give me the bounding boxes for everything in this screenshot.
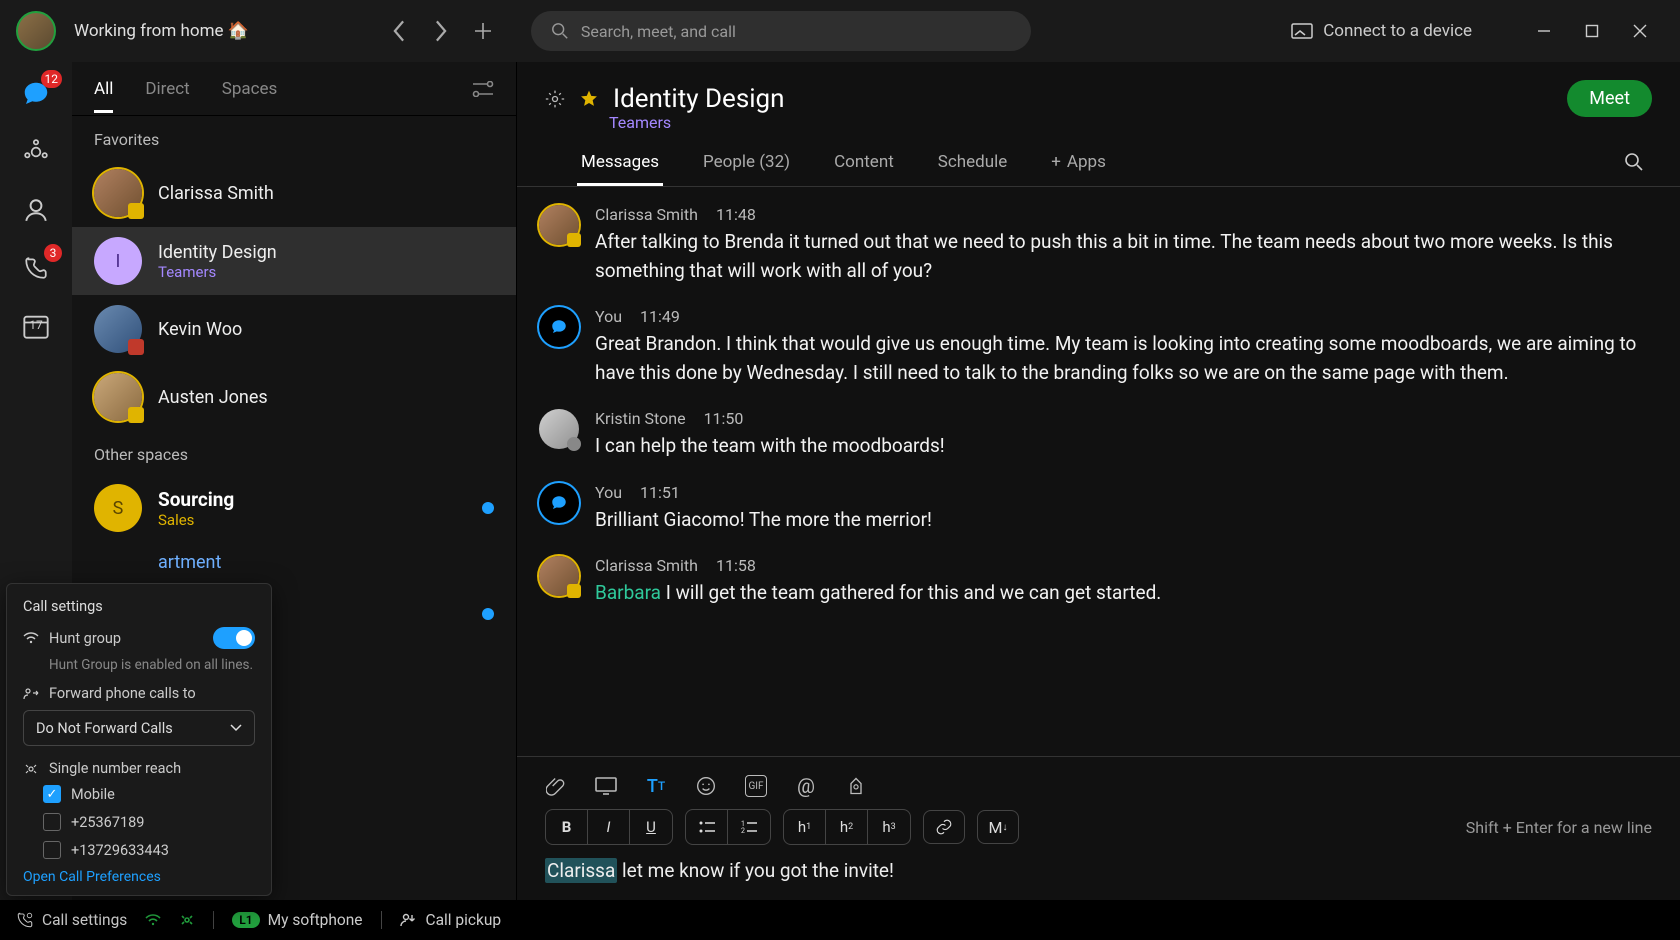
formatting-icon[interactable]: TT — [645, 775, 667, 797]
emoji-icon[interactable] — [695, 775, 717, 797]
forward-select[interactable]: Do Not Forward Calls — [23, 710, 255, 746]
filter-icon[interactable] — [472, 81, 494, 97]
message-row: Clarissa Smith11:58 Barbara I will get t… — [539, 556, 1650, 608]
snr-number1-checkbox[interactable] — [43, 813, 61, 831]
softphone-button[interactable]: L1 My softphone — [232, 911, 362, 929]
screen-capture-icon[interactable] — [595, 775, 617, 797]
avatar[interactable] — [539, 409, 579, 449]
popup-title: Call settings — [23, 598, 255, 615]
call-pickup-button[interactable]: Call pickup — [400, 911, 502, 929]
tab-schedule[interactable]: Schedule — [938, 152, 1007, 186]
message-row: You11:49 Great Brandon. I think that wou… — [539, 307, 1650, 387]
favorites-heading: Favorites — [72, 116, 516, 159]
forward-icon — [23, 687, 39, 701]
bold-button[interactable]: B — [546, 810, 588, 844]
sidebar-item-austen[interactable]: Austen Jones — [72, 363, 516, 431]
unread-dot-icon — [482, 502, 494, 514]
italic-button[interactable]: I — [588, 810, 630, 844]
avatar — [94, 305, 142, 353]
h3-button[interactable]: h3 — [868, 810, 910, 844]
snr-mobile-checkbox[interactable]: ✓ — [43, 785, 61, 803]
bitmoji-icon[interactable] — [845, 775, 867, 797]
rail-calls-icon[interactable]: 3 — [18, 250, 54, 286]
tab-apps[interactable]: +Apps — [1051, 152, 1106, 186]
nav-back-icon[interactable] — [381, 13, 417, 49]
hunt-status-icon[interactable] — [145, 914, 161, 926]
window-maximize-icon[interactable] — [1568, 13, 1616, 49]
h2-button[interactable]: h2 — [826, 810, 868, 844]
calendar-day: 17 — [29, 318, 43, 332]
composer-hint: Shift + Enter for a new line — [1466, 818, 1652, 837]
calls-badge: 3 — [44, 244, 62, 262]
plus-icon: + — [1051, 152, 1061, 172]
snr-status-icon[interactable] — [179, 913, 195, 927]
gear-icon[interactable] — [545, 89, 565, 109]
window-close-icon[interactable] — [1616, 13, 1664, 49]
unread-dot-icon — [482, 608, 494, 620]
snr-icon — [23, 762, 39, 776]
link-button[interactable] — [923, 810, 965, 844]
avatar[interactable] — [539, 307, 579, 347]
sidebar-item-partial-1[interactable]: artment — [72, 542, 516, 583]
rail-teams-icon[interactable] — [18, 134, 54, 170]
tab-direct[interactable]: Direct — [145, 65, 189, 113]
global-search-input[interactable]: Search, meet, and call — [531, 11, 1031, 51]
space-team[interactable]: Teamers — [609, 113, 1652, 132]
space-title: Identity Design — [613, 84, 785, 114]
chevron-down-icon — [230, 724, 242, 732]
tab-content[interactable]: Content — [834, 152, 894, 186]
avatar[interactable] — [539, 556, 579, 596]
message-input[interactable]: Clarissa let me know if you got the invi… — [545, 859, 1652, 882]
mention-icon[interactable]: @ — [795, 775, 817, 797]
call-settings-popup: Call settings Hunt group Hunt Group is e… — [6, 583, 272, 896]
sidebar-item-identity-design[interactable]: I Identity Design Teamers — [72, 227, 516, 295]
other-spaces-heading: Other spaces — [72, 431, 516, 474]
search-icon[interactable] — [1624, 152, 1644, 176]
sidebar-item-kevin[interactable]: Kevin Woo — [72, 295, 516, 363]
rail-messaging-icon[interactable]: 12 — [18, 76, 54, 112]
avatar: S — [94, 484, 142, 532]
mention[interactable]: Clarissa — [545, 858, 617, 883]
message-row: Clarissa Smith11:48 After talking to Bre… — [539, 205, 1650, 285]
connect-device-button[interactable]: Connect to a device — [1291, 21, 1472, 41]
avatar[interactable] — [539, 483, 579, 523]
avatar — [94, 373, 142, 421]
message-row: You11:51 Brilliant Giacomo! The more the… — [539, 483, 1650, 535]
gif-icon[interactable]: GIF — [745, 775, 767, 797]
presence-status[interactable]: Working from home 🏠 — [74, 21, 249, 41]
sidebar-item-clarissa[interactable]: Clarissa Smith — [72, 159, 516, 227]
avatar[interactable] — [539, 205, 579, 245]
snr-number2-checkbox[interactable] — [43, 841, 61, 859]
window-minimize-icon[interactable] — [1520, 13, 1568, 49]
rail-contacts-icon[interactable] — [18, 192, 54, 228]
tab-messages[interactable]: Messages — [581, 152, 659, 186]
wifi-icon — [23, 632, 39, 644]
h1-button[interactable]: h1 — [784, 810, 826, 844]
markdown-button[interactable]: M↓ — [977, 810, 1019, 844]
sidebar-item-sourcing[interactable]: S Sourcing Sales — [72, 474, 516, 542]
number-list-button[interactable]: 12 — [728, 810, 770, 844]
call-settings-button[interactable]: Call settings — [16, 911, 127, 929]
avatar — [94, 169, 142, 217]
attach-icon[interactable] — [545, 775, 567, 797]
avatar: I — [94, 237, 142, 285]
svg-text:2: 2 — [741, 827, 745, 834]
rail-calendar-icon[interactable]: 17 — [18, 308, 54, 344]
hunt-group-toggle[interactable] — [213, 627, 255, 649]
plus-icon[interactable] — [465, 13, 501, 49]
tab-people[interactable]: People (32) — [703, 152, 790, 186]
bullet-list-button[interactable] — [686, 810, 728, 844]
user-avatar[interactable] — [16, 11, 56, 51]
star-icon[interactable] — [579, 89, 599, 109]
messaging-badge: 12 — [41, 70, 63, 88]
message-row: Kristin Stone11:50 I can help the team w… — [539, 409, 1650, 461]
mention[interactable]: Barbara — [595, 581, 661, 604]
meet-button[interactable]: Meet — [1567, 80, 1652, 117]
underline-button[interactable]: U — [630, 810, 672, 844]
tab-spaces[interactable]: Spaces — [222, 65, 278, 113]
tab-all[interactable]: All — [94, 65, 113, 113]
nav-forward-icon[interactable] — [423, 13, 459, 49]
search-placeholder: Search, meet, and call — [581, 22, 736, 41]
open-call-preferences-link[interactable]: Open Call Preferences — [23, 869, 255, 885]
